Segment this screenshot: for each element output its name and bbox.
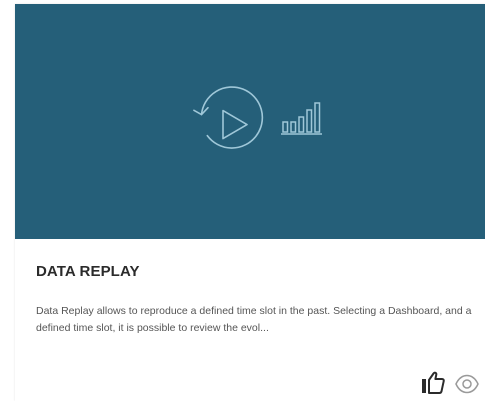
page: DATA REPLAY Data Replay allows to reprod… xyxy=(0,0,485,401)
view-button[interactable] xyxy=(449,367,483,397)
hero-illustration xyxy=(193,86,322,149)
thumbs-up-icon xyxy=(422,371,445,394)
eye-icon xyxy=(455,374,479,394)
replay-play-icon xyxy=(193,86,264,149)
card-title: DATA REPLAY xyxy=(36,263,140,280)
app-card[interactable]: DATA REPLAY Data Replay allows to reprod… xyxy=(15,4,485,401)
bar-chart-icon xyxy=(281,102,322,135)
card-hero xyxy=(15,4,485,239)
like-button[interactable] xyxy=(413,367,447,397)
card-description: Data Replay allows to reproduce a define… xyxy=(36,305,472,334)
